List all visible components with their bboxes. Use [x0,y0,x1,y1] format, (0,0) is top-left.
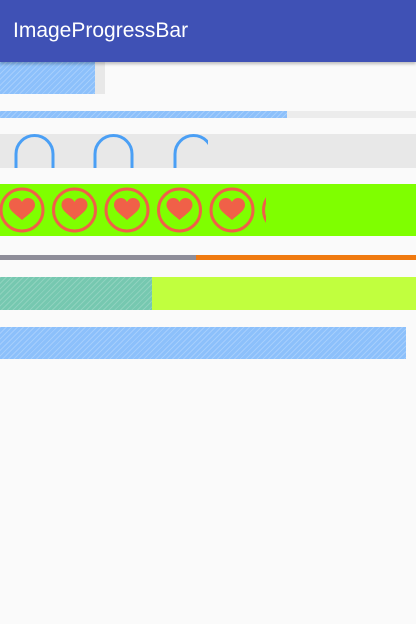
heart-icon [104,187,150,233]
app-title: ImageProgressBar [13,19,189,42]
progress-bar-striped-blue-wide [0,327,406,359]
heart-icon [52,187,97,233]
progress-bar-striped-blue [0,62,105,94]
progress-bar-gray-orange [0,255,416,260]
heart-icon [262,187,267,233]
arch-icon [173,134,208,168]
progress-bar-teal-lime [0,277,416,310]
progress-bar-arch-image [0,134,416,168]
heart-icon [209,187,255,233]
arch-icon [93,134,134,168]
progress-bar-thin-blue [0,111,416,118]
progress-bar-fill [0,184,267,236]
app-bar: ImageProgressBar [0,0,416,62]
heart-icon [0,187,45,233]
heart-icon [157,187,202,233]
progress-bar-fill [0,277,152,310]
app-screen: ImageProgressBar [0,0,416,624]
progress-bar-fill [0,111,288,118]
progress-bar-heart-image [0,184,416,236]
progress-bar-fill [0,327,406,359]
progress-bar-fill [0,62,95,94]
arch-icon [14,134,55,168]
progress-bar-fill [0,255,196,260]
progress-bar-fill [0,134,208,168]
